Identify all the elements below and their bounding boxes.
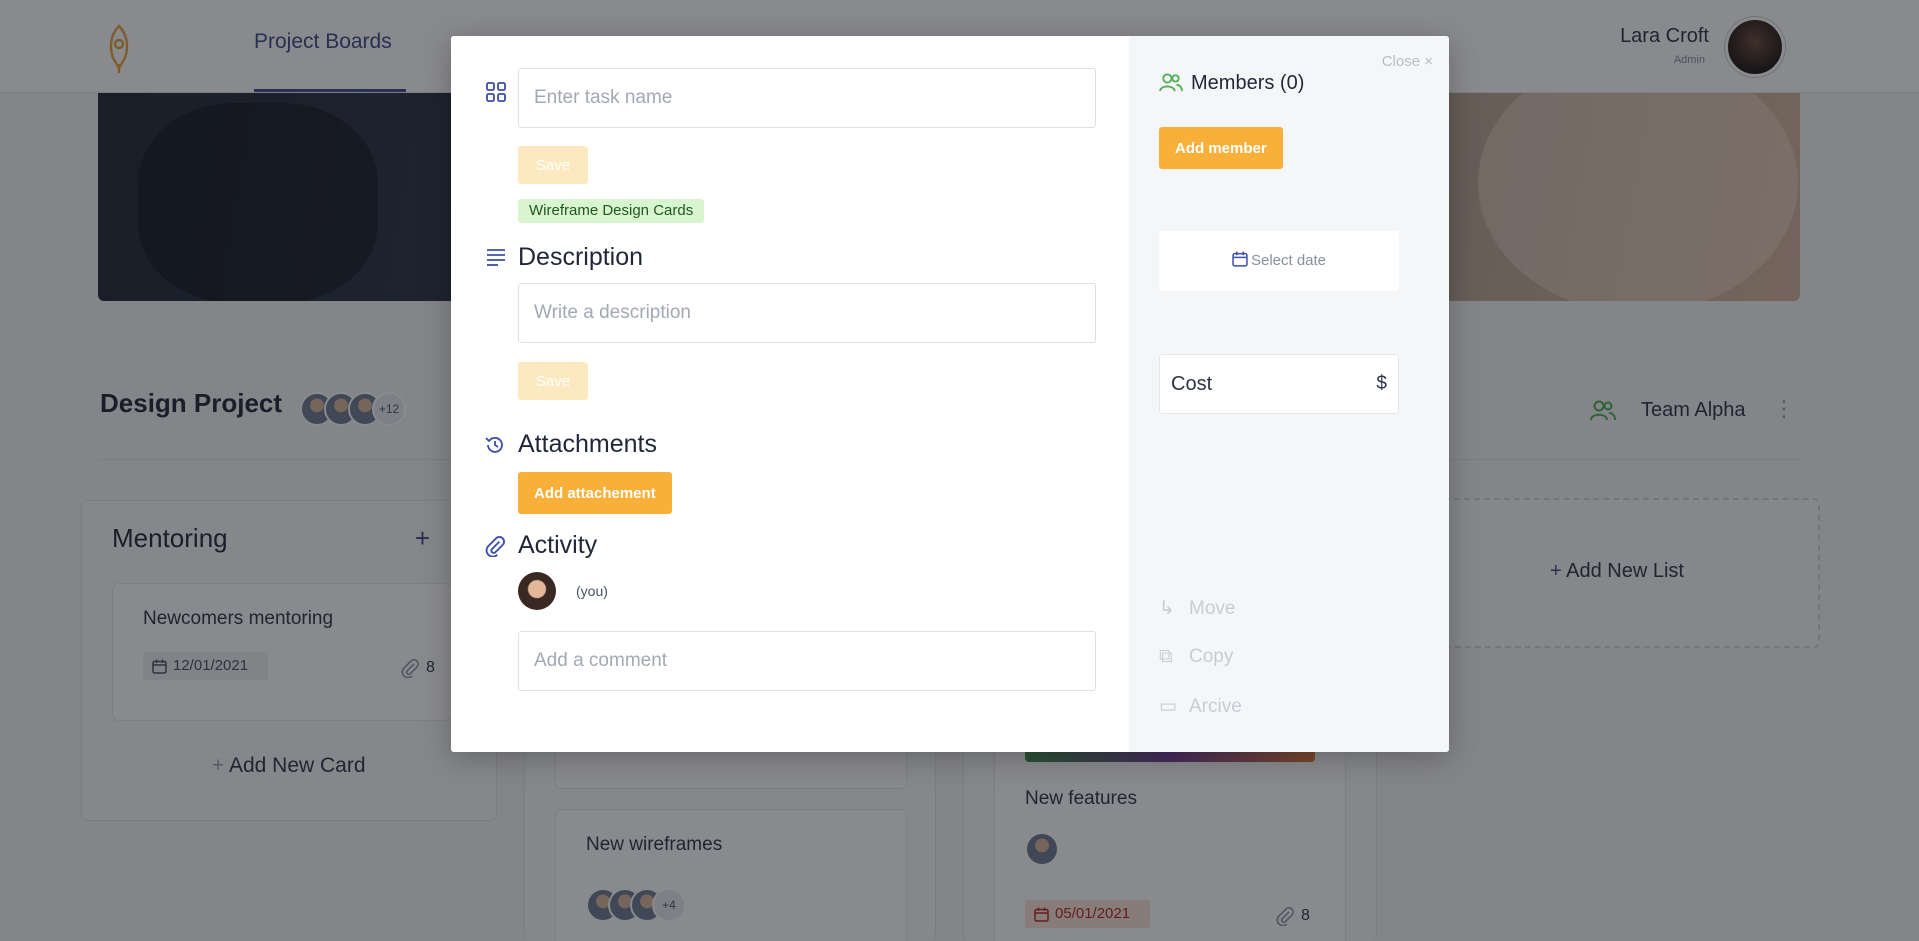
paperclip-icon — [485, 536, 505, 557]
task-modal-main: Save Wireframe Design Cards Description … — [451, 36, 1129, 752]
save-task-name-button[interactable]: Save — [518, 146, 588, 184]
add-attachment-button[interactable]: Add attachement — [518, 472, 672, 514]
avatar — [518, 572, 556, 610]
task-modal: Save Wireframe Design Cards Description … — [451, 36, 1449, 752]
move-arrow-icon: ↳ — [1159, 598, 1175, 619]
align-left-icon — [487, 249, 505, 266]
task-name-input[interactable] — [518, 68, 1096, 128]
description-input[interactable] — [518, 283, 1096, 343]
members-icon — [1159, 73, 1183, 92]
description-heading: Description — [518, 243, 644, 271]
currency-symbol: $ — [1376, 373, 1387, 394]
label-chip[interactable]: Wireframe Design Cards — [518, 199, 705, 223]
save-description-button[interactable]: Save — [518, 362, 588, 400]
add-member-button[interactable]: Add member — [1159, 127, 1283, 169]
close-button[interactable]: Close × — [1382, 53, 1433, 70]
cost-label: Cost — [1171, 373, 1213, 395]
move-button[interactable]: ↳ Move — [1159, 597, 1235, 620]
copy-button[interactable]: ⧉ Copy — [1159, 646, 1233, 668]
copy-icon: ⧉ — [1159, 646, 1173, 667]
attachments-heading: Attachments — [518, 430, 657, 458]
archive-icon: ▭ — [1159, 696, 1177, 717]
archive-button[interactable]: ▭ Arcive — [1159, 695, 1242, 718]
activity-heading: Activity — [518, 531, 598, 559]
members-heading: Members (0) — [1191, 72, 1305, 94]
history-icon — [485, 437, 503, 453]
cost-input[interactable]: Cost $ — [1159, 354, 1399, 414]
task-modal-sidebar: Close × Members (0) Add member Select da… — [1129, 36, 1449, 752]
activity-user-label: (you) — [576, 583, 608, 599]
select-date-button[interactable]: Select date — [1159, 231, 1399, 291]
comment-input[interactable] — [518, 631, 1096, 691]
select-date-label: Select date — [1250, 252, 1327, 269]
calendar-icon — [1232, 251, 1248, 267]
grid-icon — [486, 82, 506, 102]
